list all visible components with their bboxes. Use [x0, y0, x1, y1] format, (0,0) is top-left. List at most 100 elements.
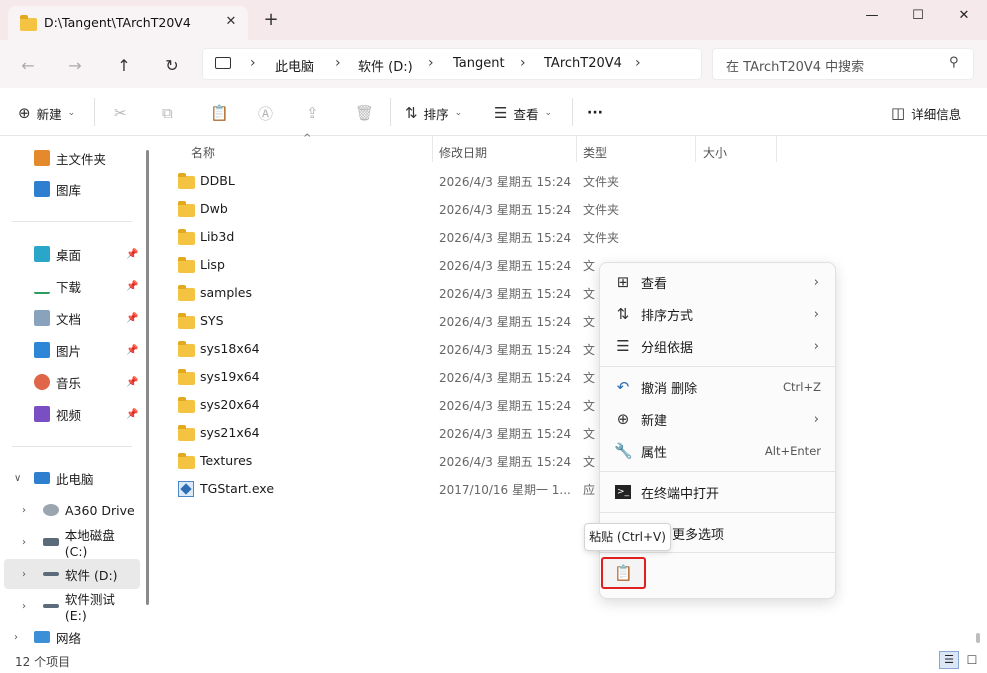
- copy-button[interactable]: ⧉: [162, 102, 173, 124]
- details-pane-button[interactable]: ◫ 详细信息: [891, 102, 961, 124]
- refresh-button[interactable]: ↻: [160, 54, 184, 78]
- breadcrumb-this-pc[interactable]: 此电脑: [275, 56, 314, 75]
- chevron-right-icon[interactable]: ›: [22, 601, 26, 612]
- clipboard-icon: 📋: [210, 104, 229, 122]
- menu-item-view[interactable]: ⊞ 查看 ›: [604, 266, 833, 298]
- file-row[interactable]: sys20x64 2026/4/3 星期五 15:24 文: [178, 391, 598, 419]
- sidebar-item-drive-e[interactable]: › 软件测试 (E:): [0, 591, 140, 623]
- sidebar-item-home[interactable]: 主文件夹: [0, 143, 140, 173]
- share-button[interactable]: ⇪: [306, 102, 319, 124]
- new-button[interactable]: ⊕ 新建 ⌄: [18, 102, 75, 124]
- close-window-button[interactable]: ✕: [941, 4, 987, 28]
- file-name: sys19x64: [200, 369, 260, 384]
- cut-button[interactable]: ✂: [114, 102, 127, 124]
- menu-item-undo-delete[interactable]: ↶ 撤消 删除 Ctrl+Z: [604, 371, 833, 403]
- file-row[interactable]: samples 2026/4/3 星期五 15:24 文: [178, 279, 598, 307]
- chevron-right-icon[interactable]: ›: [22, 537, 26, 548]
- sidebar-item-drive-d[interactable]: › 软件 (D:): [0, 559, 140, 589]
- menu-item-sort-by[interactable]: ⇅ 排序方式 ›: [604, 298, 833, 330]
- paste-tooltip: 粘贴 (Ctrl+V): [584, 523, 671, 551]
- file-row[interactable]: Lisp 2026/4/3 星期五 15:24 文: [178, 251, 598, 279]
- close-tab-icon[interactable]: ✕: [222, 13, 240, 31]
- column-divider[interactable]: [695, 136, 696, 162]
- sidebar-item-pictures[interactable]: 图片 📌: [0, 335, 140, 365]
- minimize-button[interactable]: —: [849, 4, 895, 28]
- file-row[interactable]: sys19x64 2026/4/3 星期五 15:24 文: [178, 363, 598, 391]
- maximize-button[interactable]: ☐: [895, 4, 941, 28]
- column-header-size[interactable]: 大小: [703, 140, 727, 166]
- sidebar-item-downloads[interactable]: 下载 📌: [0, 271, 140, 301]
- up-button[interactable]: ↑: [112, 54, 136, 78]
- file-row[interactable]: Lib3d 2026/4/3 星期五 15:24 文件夹: [178, 223, 619, 251]
- menu-item-new[interactable]: ⊕ 新建 ›: [604, 403, 833, 435]
- chevron-down-icon[interactable]: ∨: [14, 473, 21, 484]
- column-divider[interactable]: [576, 136, 577, 162]
- sidebar-item-music[interactable]: 音乐 📌: [0, 367, 140, 397]
- file-row[interactable]: TGStart.exe 2017/10/16 星期一 1... 应: [178, 475, 598, 503]
- paste-button[interactable]: 📋: [601, 557, 646, 589]
- back-button[interactable]: ←: [16, 54, 40, 78]
- sidebar-item-label: 软件测试 (E:): [64, 592, 115, 623]
- new-tab-button[interactable]: +: [262, 11, 280, 29]
- file-name: sys20x64: [200, 397, 260, 412]
- file-row[interactable]: Dwb 2026/4/3 星期五 15:24 文件夹: [178, 195, 619, 223]
- column-header-name[interactable]: 名称: [191, 140, 215, 166]
- scrollbar-grip[interactable]: [976, 633, 980, 643]
- large-icons-view-toggle[interactable]: ☐: [963, 651, 981, 669]
- tab-title: D:\Tangent\TArchT20V4: [44, 15, 191, 30]
- chevron-right-icon[interactable]: ›: [22, 505, 26, 516]
- sidebar-item-a360-drive[interactable]: › A360 Drive: [0, 495, 140, 525]
- menu-item-group-by[interactable]: ☰ 分组依据 ›: [604, 330, 833, 362]
- sidebar-scrollbar[interactable]: [146, 150, 149, 605]
- menu-item-open-in-terminal[interactable]: >_ 在终端中打开: [604, 476, 833, 508]
- search-box[interactable]: 在 TArchT20V4 中搜索 ⚲: [712, 48, 974, 80]
- column-divider[interactable]: [432, 136, 433, 162]
- column-divider[interactable]: [776, 136, 777, 162]
- menu-item-properties[interactable]: 🔧 属性 Alt+Enter: [604, 435, 833, 467]
- pin-icon[interactable]: 📌: [126, 249, 138, 260]
- file-row[interactable]: DDBL 2026/4/3 星期五 15:24 文件夹: [178, 167, 619, 195]
- title-bar: D:\Tangent\TArchT20V4 ✕ + — ☐ ✕: [0, 0, 987, 40]
- sidebar-item-this-pc[interactable]: ∨ 此电脑: [0, 463, 140, 493]
- sidebar-item-videos[interactable]: 视频 📌: [0, 399, 140, 429]
- video-icon: [34, 406, 50, 422]
- sort-icon: ⇅: [405, 104, 418, 122]
- breadcrumb-expand-icon[interactable]: ›: [635, 55, 641, 71]
- drive-icon: [43, 538, 59, 546]
- file-name: DDBL: [200, 173, 235, 188]
- sidebar-item-desktop[interactable]: 桌面 📌: [0, 239, 140, 269]
- pin-icon[interactable]: 📌: [126, 345, 138, 356]
- details-view-toggle[interactable]: ☰: [939, 651, 959, 669]
- chevron-right-icon[interactable]: ›: [14, 632, 18, 643]
- sidebar-item-drive-c[interactable]: › 本地磁盘 (C:): [0, 527, 140, 559]
- application-icon: [178, 481, 194, 497]
- view-button[interactable]: ☰ 查看 ⌄: [494, 102, 552, 124]
- breadcrumb-tarcht20v4[interactable]: TArchT20V4: [544, 56, 622, 71]
- rename-button[interactable]: Ⓐ: [258, 102, 273, 124]
- address-bar[interactable]: › 此电脑 › 软件 (D:) › Tangent › TArchT20V4 ›: [202, 48, 702, 80]
- forward-button[interactable]: →: [63, 54, 87, 78]
- file-row[interactable]: Textures 2026/4/3 星期五 15:24 文: [178, 447, 598, 475]
- sort-button[interactable]: ⇅ 排序 ⌄: [405, 102, 462, 124]
- pin-icon[interactable]: 📌: [126, 281, 138, 292]
- file-row[interactable]: sys21x64 2026/4/3 星期五 15:24 文: [178, 419, 598, 447]
- file-row[interactable]: SYS 2026/4/3 星期五 15:24 文: [178, 307, 598, 335]
- pin-icon[interactable]: 📌: [126, 313, 138, 324]
- file-modified-date: 2026/4/3 星期五 15:24: [439, 399, 572, 413]
- sidebar-item-gallery[interactable]: 图库: [0, 174, 140, 204]
- column-header-type[interactable]: 类型: [583, 140, 607, 166]
- breadcrumb-tangent[interactable]: Tangent: [453, 56, 505, 71]
- breadcrumb-drive-d[interactable]: 软件 (D:): [358, 56, 413, 75]
- paste-toolbar-button[interactable]: 📋: [210, 102, 229, 124]
- file-row[interactable]: sys18x64 2026/4/3 星期五 15:24 文: [178, 335, 598, 363]
- see-more-button[interactable]: ···: [587, 102, 603, 124]
- pin-icon[interactable]: 📌: [126, 377, 138, 388]
- pin-icon[interactable]: 📌: [126, 409, 138, 420]
- navigation-bar: ← → ↑ ↻ › 此电脑 › 软件 (D:) › Tangent › TArc…: [0, 40, 987, 88]
- sidebar-item-documents[interactable]: 文档 📌: [0, 303, 140, 333]
- delete-button[interactable]: 🗑: [355, 102, 374, 124]
- folder-icon: [178, 229, 195, 245]
- tab-current-folder[interactable]: D:\Tangent\TArchT20V4 ✕: [8, 6, 248, 40]
- chevron-right-icon[interactable]: ›: [22, 569, 26, 580]
- column-header-date[interactable]: 修改日期: [439, 140, 487, 166]
